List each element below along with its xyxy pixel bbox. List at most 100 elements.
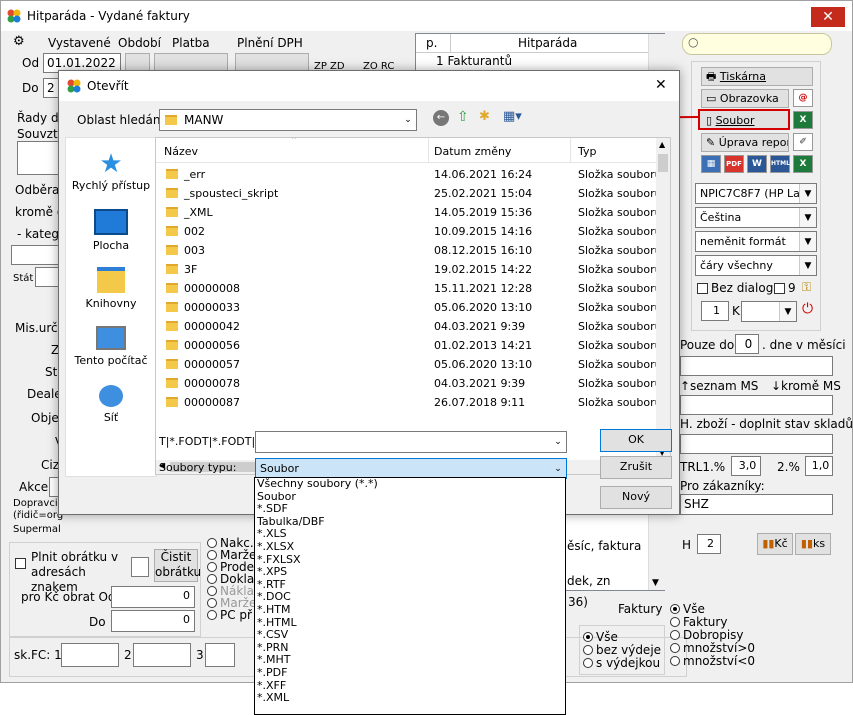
- filetype-option[interactable]: Soubor: [255, 490, 565, 504]
- h-field[interactable]: 2: [697, 534, 721, 554]
- filetype-option[interactable]: *.MHT: [255, 654, 565, 667]
- filetype-option[interactable]: *.FXLSX: [255, 553, 565, 567]
- hp-row-1[interactable]: 1 Fakturantů: [436, 54, 512, 68]
- uprava-reportu-button[interactable]: ✎ Úprava repor: [701, 133, 789, 152]
- pro-zakazniky-field[interactable]: SHZ: [680, 494, 833, 515]
- excel-icon[interactable]: X: [793, 155, 813, 173]
- place-this-pc[interactable]: Tento počítač: [63, 326, 159, 367]
- scroll-thumb[interactable]: [658, 154, 668, 172]
- radio-mnozstvi-minus[interactable]: množství<0: [670, 655, 755, 668]
- col-name[interactable]: Název: [164, 145, 198, 158]
- ms-field[interactable]: [680, 395, 833, 415]
- table-icon[interactable]: ▦: [701, 155, 721, 173]
- file-row[interactable]: _XML 14.05.2019 15:36 Složka souborů: [156, 203, 662, 222]
- skfc-field-2[interactable]: [133, 643, 191, 667]
- file-row[interactable]: 002 10.09.2015 14:16 Složka souborů: [156, 222, 662, 241]
- word-icon[interactable]: W: [747, 155, 767, 173]
- cistit-obratku-button[interactable]: Čistit obrátku: [154, 549, 201, 582]
- col-date[interactable]: Datum změny: [434, 145, 511, 158]
- filetype-option[interactable]: *.XML: [255, 691, 565, 705]
- email-icon[interactable]: @: [793, 89, 813, 107]
- pouze-extra-field[interactable]: [680, 356, 833, 376]
- format-select[interactable]: neměnit formát ▼: [695, 231, 817, 252]
- new-button[interactable]: Nový: [600, 486, 672, 509]
- copies-field[interactable]: 1: [701, 301, 729, 321]
- scroll-down-icon[interactable]: ▼: [652, 578, 659, 588]
- filetype-option[interactable]: *.RTF: [255, 578, 565, 592]
- chart-kc-button[interactable]: ▮▮Kč: [757, 533, 793, 555]
- radio-pc[interactable]: PC př: [207, 609, 256, 621]
- kategorie-field[interactable]: [11, 245, 59, 265]
- file-row[interactable]: 00000008 15.11.2021 12:28 Složka souborů: [156, 279, 662, 298]
- filetype-option[interactable]: *.DOC: [255, 591, 565, 604]
- obratka-char-field[interactable]: [131, 557, 149, 577]
- settings-gear-icon[interactable]: ⚙: [13, 34, 25, 49]
- file-row[interactable]: 00000087 26.07.2018 9:11 Složka souborů: [156, 393, 662, 412]
- file-row[interactable]: 00000056 01.02.2013 14:21 Složka souborů: [156, 336, 662, 355]
- place-desktop[interactable]: Plocha: [63, 209, 159, 252]
- tab-obdobi[interactable]: Období: [118, 36, 161, 50]
- file-row[interactable]: _spousteci_skript 25.02.2021 15:04 Složka …: [156, 184, 662, 203]
- filetype-option[interactable]: *.XLS: [255, 528, 565, 541]
- filetype-option[interactable]: Tabulka/DBF: [255, 515, 565, 529]
- filetype-dropdown-list[interactable]: Všechny soubory (*.*) Soubor *.SDF Tabulka/…: [254, 477, 566, 715]
- filetype-option[interactable]: *.HTM: [255, 603, 565, 617]
- obrazovka-button[interactable]: ▭ Obrazovka: [701, 89, 789, 108]
- ok-button[interactable]: OK: [600, 429, 672, 452]
- filetype-option[interactable]: *.HTML: [255, 616, 565, 630]
- window-close-button[interactable]: ✕: [811, 7, 845, 27]
- plnit-obratku-checkbox[interactable]: [15, 557, 29, 570]
- pro-kc-do-field[interactable]: 0: [111, 610, 195, 632]
- k-select[interactable]: ▼: [741, 301, 797, 322]
- chart-ks-button[interactable]: ▮▮ks: [795, 533, 831, 555]
- view-menu-icon[interactable]: ▦▾: [503, 109, 522, 124]
- top-right-search[interactable]: ○: [682, 33, 832, 55]
- place-quick-access[interactable]: ★ Rychlý přístup: [63, 149, 159, 192]
- skfc-field-1[interactable]: [61, 643, 119, 667]
- bez-dialogu-checkbox[interactable]: Bez dialogu: [697, 281, 781, 295]
- file-row[interactable]: 003 08.12.2015 16:10 Složka souborů: [156, 241, 662, 260]
- tab-plneni-dph[interactable]: Plnění DPH: [237, 36, 303, 50]
- scroll-up-icon[interactable]: ▲: [659, 140, 665, 149]
- pdf-icon[interactable]: PDF: [724, 155, 744, 173]
- filetype-option[interactable]: *.XPS: [255, 566, 565, 579]
- up-folder-icon[interactable]: ⇧: [457, 109, 469, 125]
- back-icon[interactable]: ←: [433, 110, 449, 126]
- tiskarna-button[interactable]: 🖶 Tiskárna: [701, 67, 813, 86]
- file-row[interactable]: 00000057 05.06.2020 13:10 Složka souborů: [156, 355, 662, 374]
- filetype-option[interactable]: *.PDF: [255, 666, 565, 680]
- filetype-option[interactable]: *.XLSX: [255, 540, 565, 554]
- pct2-field[interactable]: 1,0: [805, 456, 833, 476]
- html-icon[interactable]: HTML: [770, 155, 790, 173]
- pouze-do-field[interactable]: 0: [735, 334, 759, 354]
- nine-checkbox[interactable]: 9: [774, 281, 796, 295]
- printer-select[interactable]: NPIC7C8F7 (HP Lase ▼: [695, 183, 817, 204]
- soubor-button[interactable]: ▯ Soubor: [698, 109, 790, 130]
- tab-platba[interactable]: Platba: [172, 36, 210, 50]
- skfc-field-3[interactable]: [205, 643, 235, 667]
- file-row[interactable]: 00000078 04.03.2021 9:39 Složka souborů: [156, 374, 662, 393]
- pro-kc-od-field[interactable]: 0: [111, 586, 195, 608]
- souvztaz-field[interactable]: [17, 141, 59, 175]
- file-list[interactable]: Název ⌃ Datum změny Typ _err 14.06.2021 1…: [155, 137, 671, 475]
- vertical-scrollbar[interactable]: ▲ ▼: [656, 138, 670, 460]
- dialog-close-button[interactable]: ✕: [655, 77, 667, 93]
- filename-input[interactable]: ⌄: [255, 431, 567, 453]
- cancel-button[interactable]: Zrušit: [600, 456, 672, 479]
- location-select[interactable]: MANW ⌄: [159, 109, 417, 131]
- lines-select[interactable]: čáry všechny ▼: [695, 255, 817, 276]
- file-row[interactable]: 00000033 05.06.2020 13:10 Složka souborů: [156, 298, 662, 317]
- radio-s-vydejkou[interactable]: s výdejkou: [583, 657, 661, 670]
- krome-ms-label[interactable]: ↓kromě MS: [771, 379, 841, 393]
- filetype-option[interactable]: Všechny soubory (*.*): [255, 478, 565, 491]
- place-libraries[interactable]: Knihovny: [63, 267, 159, 310]
- file-row[interactable]: 3F 19.02.2015 14:22 Složka souborů: [156, 260, 662, 279]
- stat-field[interactable]: [35, 267, 59, 287]
- file-row[interactable]: _err 14.06.2021 16:24 Složka souborů: [156, 165, 662, 184]
- language-select[interactable]: Čeština ▼: [695, 207, 817, 228]
- col-type[interactable]: Typ: [578, 145, 597, 158]
- place-network[interactable]: Síť: [63, 385, 159, 424]
- filetype-select[interactable]: Soubor ⌄: [255, 458, 567, 479]
- excel-export-icon[interactable]: X: [793, 111, 813, 129]
- filetype-option[interactable]: *.PRN: [255, 641, 565, 655]
